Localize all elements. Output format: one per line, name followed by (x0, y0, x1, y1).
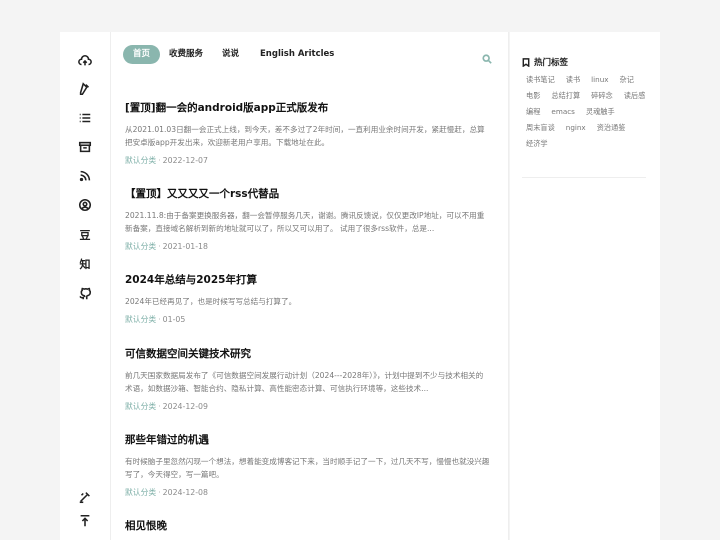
post-category[interactable]: 默认分类 (125, 402, 156, 411)
tag-link[interactable]: 电影 (526, 91, 540, 101)
post-item: 那些年错过的机遇 有时候脑子里忽然闪现一个想法，想着能变成博客记下来，当时顺手记… (125, 432, 490, 498)
post-excerpt: 从2021.01.03日翻一会正式上线，到今天，差不多过了2年时间，一直利用业余… (125, 125, 485, 147)
post-title[interactable]: [置顶]翻一会的android版app正式版发布 (125, 100, 490, 115)
tag-link[interactable]: nginx (566, 123, 586, 133)
post-category[interactable]: 默认分类 (125, 242, 156, 251)
post-meta: 默认分类 · 2022-12-07 (125, 155, 490, 166)
bookmark-icon (522, 57, 530, 67)
archive-icon[interactable] (76, 138, 94, 156)
post-title[interactable]: 那些年错过的机遇 (125, 432, 490, 447)
post-meta: 默认分类 · 01-05 (125, 314, 490, 325)
post-item: 2024年总结与2025年打算 2024年已经再见了，也是时候写写总结与打算了。… (125, 272, 490, 325)
post-meta: 默认分类 · 2024-12-08 (125, 487, 490, 498)
tab-home[interactable]: 首页 (123, 45, 161, 64)
tag-link[interactable]: 周末盲谈 (526, 123, 555, 133)
tag-link[interactable]: 经济学 (526, 139, 548, 149)
post-date: 2024-12-09 (162, 402, 208, 411)
tag-link[interactable]: 碎碎念 (591, 91, 613, 101)
post-excerpt: 2021.11.8:由于备案更换服务器，翻一会暂停服务几天，谢谢。腾讯反馈说，仅… (125, 211, 485, 233)
tag-link[interactable]: 杂记 (620, 75, 634, 85)
post-meta: 默认分类 · 2021-01-18 (125, 241, 490, 252)
post-title[interactable]: 【置顶】又又又又一个rss代替品 (125, 186, 490, 201)
meta-separator: · (158, 242, 161, 251)
douban-icon[interactable]: 豆 (76, 226, 94, 244)
top-nav: 首页 收费服务 说说 English Aritcles (111, 32, 508, 76)
post-title[interactable]: 可信数据空间关键技术研究 (125, 346, 490, 361)
tag-cloud: 读书笔记 读书 linux 杂记 电影 总结打算 碎碎念 读后感 编程 emac… (526, 75, 652, 149)
post-item: 可信数据空间关键技术研究 前几天国家数据局发布了《可信数据空间发展行动计划（20… (125, 346, 490, 412)
post-date: 2021-01-18 (162, 242, 208, 251)
tag-link[interactable]: linux (591, 75, 608, 85)
post-title[interactable]: 相见恨晚 (125, 518, 490, 533)
rss-icon[interactable] (76, 167, 94, 185)
post-excerpt: 前几天国家数据局发布了《可信数据空间发展行动计划（2024---2028年）》，… (125, 371, 484, 393)
search-icon[interactable] (482, 49, 492, 64)
sidebar-divider (522, 177, 646, 178)
post-date: 2024-12-08 (162, 488, 208, 497)
tag-link[interactable]: 总结打算 (551, 91, 580, 101)
list-icon[interactable] (76, 109, 94, 127)
zhihu-icon[interactable]: 知 (76, 255, 94, 273)
main-content: 首页 收费服务 说说 English Aritcles [置顶]翻一会的andr… (111, 32, 509, 540)
tab-paid-services[interactable]: 收费服务 (169, 45, 203, 64)
github-icon[interactable] (76, 285, 94, 303)
tag-link[interactable]: 读书 (566, 75, 580, 85)
user-icon[interactable] (76, 196, 94, 214)
tag-link[interactable]: 读书笔记 (526, 75, 555, 85)
tag-link[interactable]: 灵魂触手 (586, 107, 615, 117)
theme-toggle-icon[interactable] (76, 488, 94, 506)
post-item: 相见恨晚 (125, 518, 490, 533)
post-excerpt: 2024年已经再见了，也是时候写写总结与打算了。 (125, 297, 297, 306)
post-category[interactable]: 默认分类 (125, 488, 156, 497)
post-item: 【置顶】又又又又一个rss代替品 2021.11.8:由于备案更换服务器，翻一会… (125, 186, 490, 252)
meta-separator: · (158, 315, 161, 324)
tab-moments[interactable]: 说说 (222, 45, 239, 64)
document-edit-icon[interactable] (76, 80, 94, 98)
post-date: 01-05 (162, 315, 186, 324)
hot-tags-heading: 热门标签 (522, 56, 568, 68)
meta-separator: · (158, 402, 161, 411)
meta-separator: · (158, 488, 161, 497)
tag-link[interactable]: 资治通鉴 (597, 123, 626, 133)
tag-link[interactable]: 读后感 (624, 91, 646, 101)
tag-link[interactable]: 编程 (526, 107, 540, 117)
back-to-top-icon[interactable] (76, 512, 94, 530)
post-item: [置顶]翻一会的android版app正式版发布 从2021.01.03日翻一会… (125, 100, 490, 166)
cloud-upload-icon[interactable] (76, 52, 94, 70)
post-date: 2022-12-07 (162, 156, 208, 165)
left-icon-rail: 豆 知 (60, 32, 111, 540)
post-meta: 默认分类 · 2024-12-09 (125, 401, 490, 412)
right-sidebar: 热门标签 读书笔记 读书 linux 杂记 电影 总结打算 碎碎念 读后感 编程… (510, 32, 660, 540)
post-category[interactable]: 默认分类 (125, 315, 156, 324)
post-title[interactable]: 2024年总结与2025年打算 (125, 272, 490, 287)
post-excerpt: 有时候脑子里忽然闪现一个想法，想着能变成博客记下来，当时顺手记了一下，过几天不写… (125, 457, 490, 479)
hot-tags-title: 热门标签 (534, 58, 569, 68)
post-category[interactable]: 默认分类 (125, 156, 156, 165)
meta-separator: · (158, 156, 161, 165)
tab-english-articles[interactable]: English Aritcles (260, 45, 334, 64)
tag-link[interactable]: emacs (551, 107, 575, 117)
